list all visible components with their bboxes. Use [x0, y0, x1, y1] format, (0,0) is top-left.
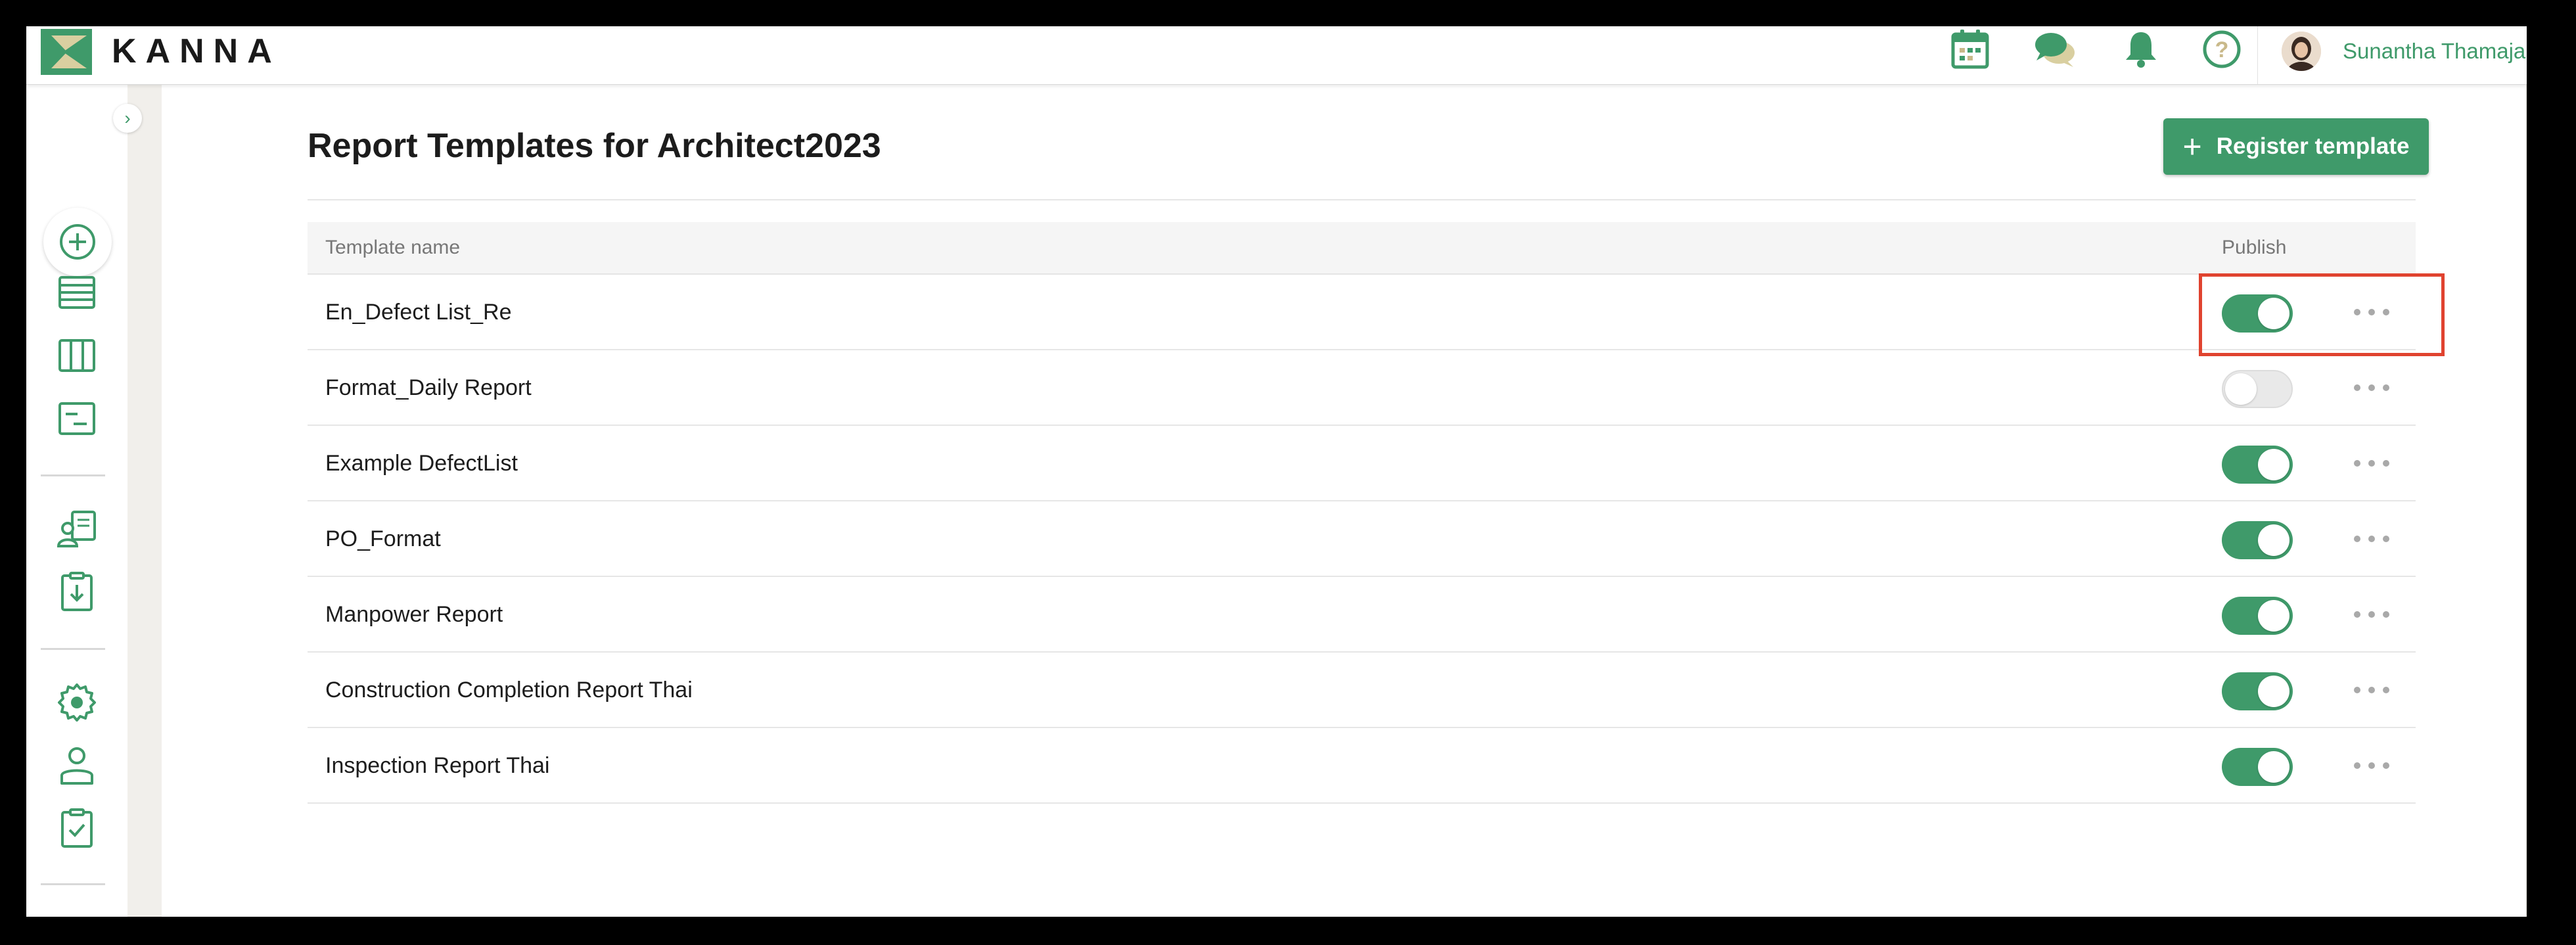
table-header: Template name Publish — [308, 222, 2416, 275]
title-divider — [308, 199, 2416, 200]
table-row[interactable]: Format_Daily Report — [308, 350, 2416, 426]
more-options-icon[interactable] — [2354, 524, 2389, 554]
template-name[interactable]: Format_Daily Report — [325, 374, 532, 402]
help-icon[interactable]: ? — [2200, 28, 2243, 71]
table-row[interactable]: Inspection Report Thai — [308, 728, 2416, 804]
publish-toggle[interactable] — [2222, 597, 2293, 635]
top-bar: KANNA ? Sunantha Thamajak — [26, 26, 2527, 85]
template-name[interactable]: Manpower Report — [325, 601, 503, 628]
more-options-icon[interactable] — [2354, 599, 2389, 630]
more-options-icon[interactable] — [2354, 448, 2389, 478]
page-title: Report Templates for Architect2023 — [308, 127, 881, 165]
main-content: Report Templates for Architect2023 + Reg… — [162, 84, 2525, 917]
settings-icon[interactable] — [53, 678, 101, 727]
templates-table: Template name Publish En_Defect List_Re … — [308, 222, 2416, 804]
publish-toggle[interactable] — [2222, 521, 2293, 559]
publish-toggle[interactable] — [2222, 370, 2293, 408]
publish-toggle[interactable] — [2222, 294, 2293, 333]
user-name[interactable]: Sunantha Thamajak — [2343, 38, 2527, 64]
sidebar-toggle-button[interactable]: › — [113, 104, 142, 133]
more-options-icon[interactable] — [2354, 750, 2389, 781]
board-view-icon[interactable] — [53, 331, 101, 380]
plus-icon: + — [2182, 128, 2202, 165]
more-options-icon[interactable] — [2354, 373, 2389, 403]
table-row[interactable]: Example DefectList — [308, 426, 2416, 501]
sidebar-divider — [41, 648, 105, 650]
register-template-label: Register template — [2216, 133, 2410, 159]
calendar-icon[interactable] — [1948, 28, 1992, 71]
avatar[interactable] — [2282, 32, 2321, 71]
template-name[interactable]: Construction Completion Report Thai — [325, 676, 693, 704]
table-row[interactable]: PO_Format — [308, 501, 2416, 577]
template-name[interactable]: En_Defect List_Re — [325, 298, 512, 326]
register-template-button[interactable]: + Register template — [2163, 118, 2429, 175]
table-row[interactable]: En_Defect List_Re — [308, 275, 2416, 350]
publish-toggle[interactable] — [2222, 446, 2293, 484]
chevron-right-icon: › — [124, 108, 131, 128]
publish-toggle[interactable] — [2222, 748, 2293, 786]
column-header-template-name[interactable]: Template name — [325, 235, 460, 260]
table-row[interactable]: Construction Completion Report Thai — [308, 653, 2416, 728]
user-icon[interactable] — [53, 741, 101, 790]
table-row[interactable]: Manpower Report — [308, 577, 2416, 653]
svg-text:?: ? — [2215, 37, 2229, 62]
template-name[interactable]: PO_Format — [325, 525, 441, 553]
kanna-logo-icon[interactable] — [41, 29, 92, 75]
checklist-icon[interactable] — [53, 804, 101, 853]
add-button[interactable] — [43, 208, 112, 276]
publish-toggle[interactable] — [2222, 672, 2293, 710]
topbar-divider — [2257, 26, 2258, 84]
contacts-icon[interactable] — [53, 505, 101, 553]
template-name[interactable]: Inspection Report Thai — [325, 752, 549, 779]
list-view-icon[interactable] — [53, 268, 101, 317]
more-options-icon[interactable] — [2354, 297, 2389, 327]
sidebar-divider — [41, 474, 105, 476]
add-icon — [60, 224, 95, 260]
chat-icon[interactable] — [2034, 28, 2077, 71]
column-header-publish[interactable]: Publish — [2222, 235, 2286, 260]
template-name[interactable]: Example DefectList — [325, 449, 518, 477]
more-options-icon[interactable] — [2354, 675, 2389, 705]
logo-text: KANNA — [112, 32, 281, 70]
content-gutter — [127, 84, 162, 917]
gantt-view-icon[interactable] — [53, 394, 101, 443]
content-gutter-right — [2525, 84, 2527, 917]
app-window: KANNA ? Sunantha Thamajak › Report Templ… — [26, 26, 2527, 917]
sidebar-divider — [41, 883, 105, 885]
sidebar — [26, 84, 127, 917]
bell-icon[interactable] — [2119, 28, 2163, 71]
download-icon[interactable] — [53, 568, 101, 616]
